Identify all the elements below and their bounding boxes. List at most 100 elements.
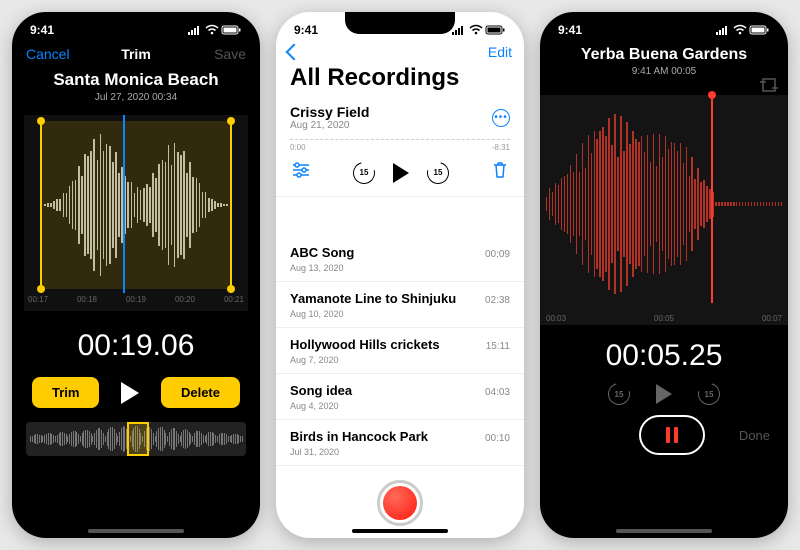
scrubber[interactable] xyxy=(26,422,246,456)
trim-button[interactable]: Trim xyxy=(32,377,99,408)
trim-handle-icon[interactable] xyxy=(227,117,235,125)
edit-button[interactable]: Edit xyxy=(488,44,512,60)
list-item[interactable]: Birds in Hancock ParkJul 31, 202000:10 xyxy=(276,420,524,466)
list-item[interactable]: Yamanote Line to ShinjukuAug 10, 202002:… xyxy=(276,282,524,328)
skip-forward-icon[interactable]: 15 xyxy=(698,383,720,405)
battery-icon xyxy=(222,25,242,35)
back-button[interactable] xyxy=(288,46,300,58)
trim-handle-icon[interactable] xyxy=(227,285,235,293)
record-playhead xyxy=(711,95,713,303)
selected-title: Crissy Field xyxy=(290,104,369,120)
list-item[interactable]: Song ideaAug 4, 202004:03 xyxy=(276,374,524,420)
time-start: 0:00 xyxy=(290,143,306,153)
trim-handle-icon[interactable] xyxy=(37,117,45,125)
home-indicator[interactable] xyxy=(616,529,712,533)
item-date: Aug 4, 2020 xyxy=(290,401,352,411)
wifi-icon xyxy=(205,25,219,35)
item-title: ABC Song xyxy=(290,245,354,260)
cell-signal-icon xyxy=(188,25,202,35)
home-indicator[interactable] xyxy=(88,529,184,533)
play-icon[interactable] xyxy=(121,382,139,404)
recording-header: Santa Monica Beach Jul 27, 2020 00:34 xyxy=(12,66,260,105)
status-time: 9:41 xyxy=(558,23,582,37)
waveform-editor[interactable]: 00:17 00:18 00:19 00:20 00:21 xyxy=(24,115,248,311)
screen-recordings-list: 9:41 Edit All Recordings Crissy Field Au… xyxy=(276,12,524,538)
selected-recording[interactable]: Crissy Field Aug 21, 2020 ••• 0:00 -8:31… xyxy=(276,98,524,197)
play-icon[interactable] xyxy=(656,384,672,404)
tick-label: 00:05 xyxy=(654,314,674,323)
wifi-icon xyxy=(469,25,483,35)
cell-signal-icon xyxy=(716,25,730,35)
skip-forward-icon[interactable]: 15 xyxy=(427,162,449,184)
playhead[interactable] xyxy=(123,115,125,293)
time-remaining: -8:31 xyxy=(492,143,510,153)
skip-back-icon[interactable]: 15 xyxy=(353,162,375,184)
waveform-view[interactable]: 00:03 00:05 00:07 xyxy=(540,95,788,325)
list-item[interactable]: ABC Song Aug 13, 2020 00:09 xyxy=(276,236,524,282)
tick-label: 00:07 xyxy=(762,314,782,323)
status-time: 9:41 xyxy=(30,23,54,37)
scrubber-selection[interactable] xyxy=(127,422,149,456)
nav-title: Trim xyxy=(121,46,151,62)
pause-bar-icon xyxy=(674,427,678,443)
selected-date: Aug 21, 2020 xyxy=(290,120,369,131)
time-ticks: 00:17 00:18 00:19 00:20 00:21 xyxy=(24,295,248,311)
recordings-list[interactable]: ABC Song Aug 13, 2020 00:09 Yamanote Line t… xyxy=(276,236,524,472)
home-indicator[interactable] xyxy=(352,529,448,533)
play-icon[interactable] xyxy=(393,163,409,183)
nav-bar: Cancel Trim Save xyxy=(12,42,260,66)
item-duration: 00:09 xyxy=(485,249,510,260)
cell-signal-icon xyxy=(452,25,466,35)
record-button[interactable] xyxy=(377,480,423,526)
delete-button[interactable]: Delete xyxy=(161,377,240,408)
transport-controls: 15 15 xyxy=(540,383,788,405)
notch xyxy=(609,12,719,34)
tick-label: 00:18 xyxy=(77,295,97,311)
cancel-button[interactable]: Cancel xyxy=(26,46,74,62)
recording-subtitle: Jul 27, 2020 00:34 xyxy=(12,92,260,103)
skip-back-icon[interactable]: 15 xyxy=(608,383,630,405)
save-button[interactable]: Save xyxy=(198,46,246,62)
trim-selection[interactable] xyxy=(40,121,232,289)
pause-button[interactable] xyxy=(639,415,705,455)
pause-bar-icon xyxy=(666,427,670,443)
item-title: Birds in Hancock Park xyxy=(290,429,428,444)
item-title: Hollywood Hills crickets xyxy=(290,337,440,352)
status-icons xyxy=(188,25,242,35)
item-duration: 02:38 xyxy=(485,295,510,306)
item-date: Aug 13, 2020 xyxy=(290,263,354,273)
notch xyxy=(345,12,455,34)
waveform xyxy=(546,113,782,295)
notch xyxy=(81,12,191,34)
battery-icon xyxy=(750,25,770,35)
tick-label: 00:19 xyxy=(126,295,146,311)
list-item[interactable]: Waves on the pierJul 30, 202002:05 xyxy=(276,466,524,472)
status-icons xyxy=(452,25,506,35)
tick-label: 00:20 xyxy=(175,295,195,311)
record-bottom-bar: Done xyxy=(540,405,788,455)
trim-actions: Trim Delete xyxy=(12,363,260,414)
chevron-left-icon xyxy=(286,44,303,61)
trash-icon[interactable] xyxy=(492,161,508,184)
time-ticks: 00:03 00:05 00:07 xyxy=(546,314,782,323)
options-sliders-icon[interactable] xyxy=(292,162,310,183)
list-item[interactable]: Hollywood Hills cricketsAug 7, 202015:11 xyxy=(276,328,524,374)
nav-bar: Edit xyxy=(276,42,524,60)
playback-timeline[interactable]: 0:00 -8:31 xyxy=(290,139,510,153)
item-title: Yamanote Line to Shinjuku xyxy=(290,291,456,306)
recording-subtitle: 9:41 AM 00:05 xyxy=(540,66,788,77)
tick-label: 00:21 xyxy=(224,295,244,311)
screen-trim: 9:41 Cancel Trim Save Santa Monica Beach… xyxy=(12,12,260,538)
item-duration: 04:03 xyxy=(485,387,510,398)
record-bar xyxy=(276,474,524,526)
more-options-icon[interactable]: ••• xyxy=(492,109,510,127)
done-button[interactable]: Done xyxy=(739,428,770,443)
current-time: 00:05.25 xyxy=(540,339,788,373)
current-time: 00:19.06 xyxy=(12,329,260,363)
playback-controls: 15 15 xyxy=(290,153,510,194)
recording-title: Santa Monica Beach xyxy=(12,70,260,90)
screen-recording-active: 9:41 Yerba Buena Gardens 9:41 AM 00:05 0… xyxy=(540,12,788,538)
record-icon xyxy=(383,486,417,520)
status-time: 9:41 xyxy=(294,23,318,37)
trim-handle-icon[interactable] xyxy=(37,285,45,293)
